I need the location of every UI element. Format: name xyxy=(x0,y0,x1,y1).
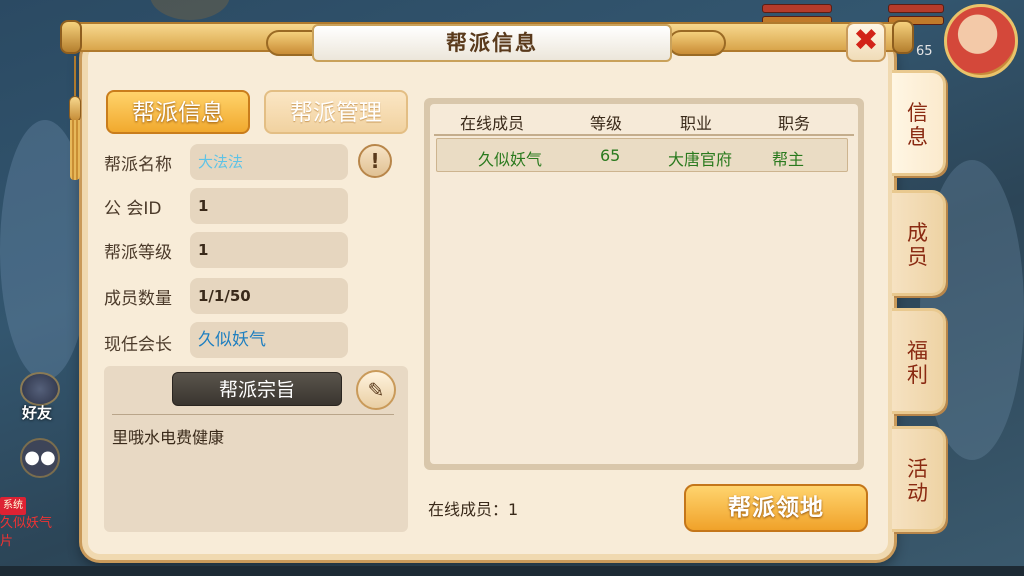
member-level-cell: 65 xyxy=(600,146,621,165)
pencil-edit-icon: ✎ xyxy=(367,378,385,402)
close-button[interactable]: ✖ xyxy=(846,22,886,62)
guild-id-label: 公 会ID xyxy=(104,199,162,219)
window-title: 帮派信息 xyxy=(446,31,538,55)
pet-hp-bar xyxy=(888,4,944,13)
divider xyxy=(434,134,854,136)
close-x-icon: ✖ xyxy=(853,23,879,58)
guild-name-info-button[interactable]: ! xyxy=(358,144,392,178)
column-header-level: 等级 xyxy=(590,114,623,133)
leader-label: 现任会长 xyxy=(104,335,172,355)
side-tab-label: 福利 xyxy=(907,339,928,387)
online-count-value: 1 xyxy=(508,500,519,519)
chat-channel-tag: 系统 xyxy=(0,497,26,515)
column-header-online-member: 在线成员 xyxy=(460,114,525,133)
side-tab-label: 活动 xyxy=(907,457,928,505)
divider xyxy=(112,414,394,415)
side-tab-activities[interactable]: 活动 xyxy=(892,426,946,532)
online-member-count: 在线成员：1 xyxy=(428,496,518,520)
window-title-plaque: 帮派信息 xyxy=(312,24,672,62)
guild-level-field: 1 xyxy=(190,232,348,268)
member-count-label: 成员数量 xyxy=(104,289,172,309)
member-name-cell: 久似妖气 xyxy=(478,150,543,169)
background-scenery xyxy=(150,0,230,20)
player-level: 65 xyxy=(916,44,933,59)
tassel-ornament xyxy=(66,56,84,186)
rail-ornament xyxy=(892,20,914,54)
friends-icon xyxy=(20,372,60,406)
bottom-hud-strip xyxy=(0,566,1024,576)
side-tab-label: 成员 xyxy=(907,221,928,269)
side-tab-welfare[interactable]: 福利 xyxy=(892,308,946,414)
tab-guild-info[interactable]: 帮派信息 xyxy=(106,90,250,134)
chat-log[interactable]: 系统 久似妖气 片 xyxy=(0,496,80,551)
rail-ornament xyxy=(60,20,82,54)
edit-motto-button[interactable]: ✎ xyxy=(356,370,396,410)
guild-level-label: 帮派等级 xyxy=(104,243,172,263)
tab-guild-manage[interactable]: 帮派管理 xyxy=(264,90,408,134)
guild-motto-text: 里哦水电费健康 xyxy=(112,428,225,447)
guild-territory-button[interactable]: 帮派领地 xyxy=(684,484,868,532)
friends-button[interactable]: 好友 xyxy=(14,372,64,426)
side-tab-members[interactable]: 成员 xyxy=(892,190,946,296)
leader-field: 久似妖气 xyxy=(190,322,348,358)
member-count-field: 1/1/50 xyxy=(190,278,348,314)
friends-label: 好友 xyxy=(22,404,53,422)
guild-id-field: 1 xyxy=(190,188,348,224)
guild-name-field: 大法法 xyxy=(190,144,348,180)
member-position-cell: 帮主 xyxy=(772,150,805,169)
exclamation-icon: ! xyxy=(370,149,380,173)
guild-name-label: 帮派名称 xyxy=(104,155,172,175)
guild-motto-header: 帮派宗旨 xyxy=(172,372,342,406)
hp-bar xyxy=(762,4,832,13)
cloud-ornament xyxy=(668,30,726,56)
side-tab-label: 信息 xyxy=(907,101,928,149)
chat-button[interactable]: ●● xyxy=(20,438,60,478)
player-avatar[interactable] xyxy=(944,4,1018,78)
column-header-profession: 职业 xyxy=(680,114,713,133)
chat-bubble-icon: ●● xyxy=(24,447,56,468)
side-tab-info[interactable]: 信息 xyxy=(892,70,946,176)
member-profession-cell: 大唐官府 xyxy=(668,150,733,169)
chat-message: 久似妖气 xyxy=(0,516,53,531)
chat-message: 片 xyxy=(0,534,14,549)
online-count-label: 在线成员： xyxy=(428,500,509,519)
column-header-position: 职务 xyxy=(778,114,811,133)
